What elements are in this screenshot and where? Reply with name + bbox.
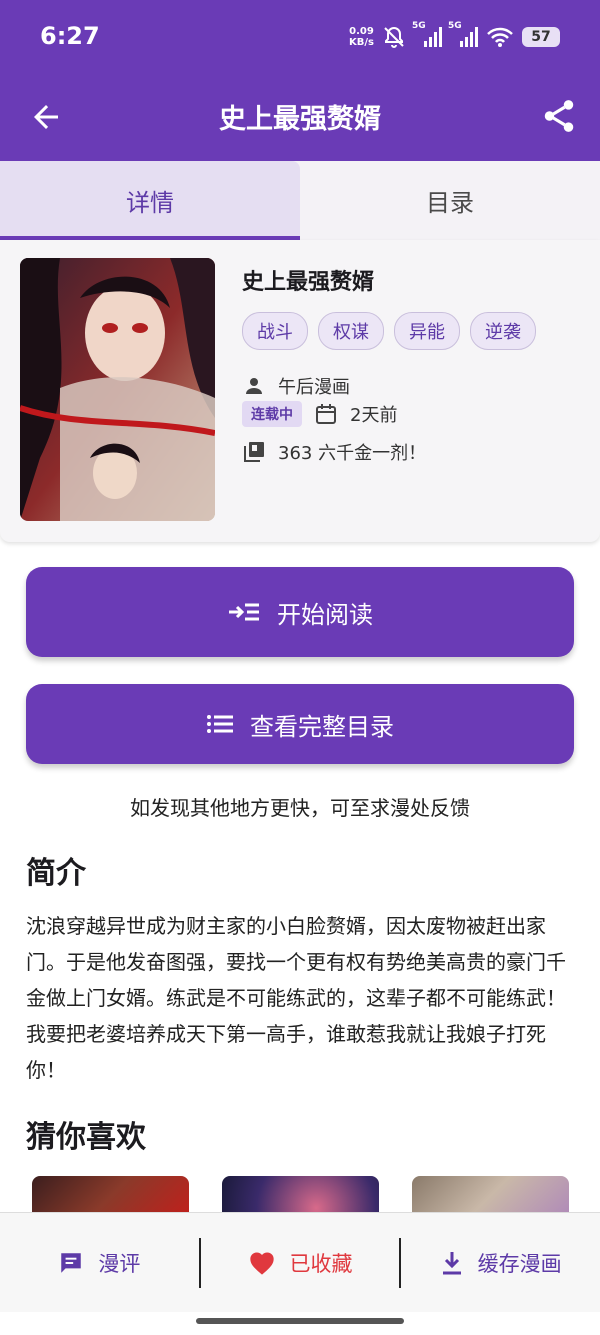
updated-time: 2天前 bbox=[350, 405, 398, 426]
view-catalog-button[interactable]: 查看完整目录 bbox=[26, 684, 574, 764]
status-badge: 连载中 bbox=[242, 401, 302, 427]
status-bar: 6:27 0.09 KB/s 5G 5G 57 bbox=[0, 0, 600, 75]
network-speed-value: 0.09 bbox=[349, 26, 374, 37]
recommend-thumbnail[interactable] bbox=[32, 1176, 189, 1216]
tab-details[interactable]: 详情 bbox=[0, 161, 300, 240]
network-speed: 0.09 KB/s bbox=[349, 26, 374, 48]
tag-chip[interactable]: 逆袭 bbox=[470, 312, 536, 350]
author-row: 午后漫画 bbox=[242, 372, 580, 400]
favorite-button[interactable]: 已收藏 bbox=[201, 1213, 400, 1312]
book-title: 史上最强赘婿 bbox=[242, 270, 375, 295]
home-indicator[interactable] bbox=[196, 1318, 404, 1324]
book-meta: 午后漫画 连载中 2天前 363 六千金一剂！ bbox=[242, 372, 580, 466]
tag-list: 战斗 权谋 异能 逆袭 bbox=[242, 312, 580, 350]
list-icon bbox=[207, 715, 233, 733]
mute-bell-icon bbox=[384, 26, 404, 48]
start-reading-label: 开始阅读 bbox=[277, 600, 373, 629]
download-label: 缓存漫画 bbox=[477, 1251, 562, 1276]
latest-chapter[interactable]: 363 六千金一剂！ bbox=[278, 439, 426, 465]
signal-2-icon: 5G bbox=[448, 21, 478, 47]
bottom-action-bar: 漫评 已收藏 缓存漫画 bbox=[0, 1212, 600, 1312]
recommend-thumbnail[interactable] bbox=[412, 1176, 569, 1216]
recommend-list bbox=[32, 1176, 572, 1216]
download-icon bbox=[442, 1251, 461, 1274]
comments-button[interactable]: 漫评 bbox=[0, 1213, 199, 1312]
author-name[interactable]: 午后漫画 bbox=[278, 373, 350, 399]
app-bar: 史上最强赘婿 bbox=[0, 75, 600, 161]
heart-icon bbox=[249, 1252, 274, 1275]
intro-text: 沈浪穿越异世成为财主家的小白脸赘婿，因太废物被赶出家门。于是他发奋图强，要找一个… bbox=[26, 914, 566, 1082]
favorite-label: 已收藏 bbox=[289, 1251, 353, 1276]
library-books-icon bbox=[244, 442, 264, 462]
view-catalog-label: 查看完整目录 bbox=[250, 712, 394, 741]
book-info-card: 史上最强赘婿 战斗 权谋 异能 逆袭 午后漫画 连载中 2天前 363 六千金一… bbox=[0, 240, 600, 542]
page-title: 史上最强赘婿 bbox=[219, 104, 381, 135]
signal-1-icon: 5G bbox=[412, 21, 442, 47]
book-info: 史上最强赘婿 战斗 权谋 异能 逆袭 午后漫画 连载中 2天前 363 六千金一… bbox=[242, 264, 580, 466]
tab-catalog[interactable]: 目录 bbox=[300, 161, 600, 240]
tab-bar: 详情 目录 bbox=[0, 161, 600, 240]
intro-heading: 简介 bbox=[26, 856, 86, 891]
book-cover-image[interactable] bbox=[20, 258, 215, 521]
comments-label: 漫评 bbox=[98, 1251, 141, 1276]
tag-chip[interactable]: 异能 bbox=[394, 312, 460, 350]
tag-chip[interactable]: 权谋 bbox=[318, 312, 384, 350]
status-icons: 0.09 KB/s 5G 5G 57 bbox=[349, 20, 560, 54]
feedback-note: 如发现其他地方更快，可至求漫处反馈 bbox=[130, 796, 470, 820]
tag-chip[interactable]: 战斗 bbox=[242, 312, 308, 350]
signal-1-label: 5G bbox=[412, 21, 426, 31]
share-icon[interactable] bbox=[540, 97, 578, 135]
recommend-thumbnail[interactable] bbox=[222, 1176, 379, 1216]
network-speed-unit: KB/s bbox=[349, 37, 374, 48]
latest-chapter-row: 363 六千金一剂！ bbox=[242, 438, 580, 466]
battery-indicator: 57 bbox=[522, 27, 560, 47]
status-row: 连载中 2天前 bbox=[242, 400, 580, 428]
wifi-icon bbox=[487, 27, 513, 47]
recommend-heading: 猜你喜欢 bbox=[26, 1120, 146, 1155]
read-arrow-icon bbox=[229, 603, 259, 621]
start-reading-button[interactable]: 开始阅读 bbox=[26, 567, 574, 657]
signal-2-label: 5G bbox=[448, 21, 462, 31]
status-time: 6:27 bbox=[40, 22, 100, 50]
comment-icon bbox=[61, 1252, 82, 1273]
download-button[interactable]: 缓存漫画 bbox=[401, 1213, 600, 1312]
calendar-icon bbox=[316, 404, 336, 424]
person-icon bbox=[246, 378, 262, 394]
